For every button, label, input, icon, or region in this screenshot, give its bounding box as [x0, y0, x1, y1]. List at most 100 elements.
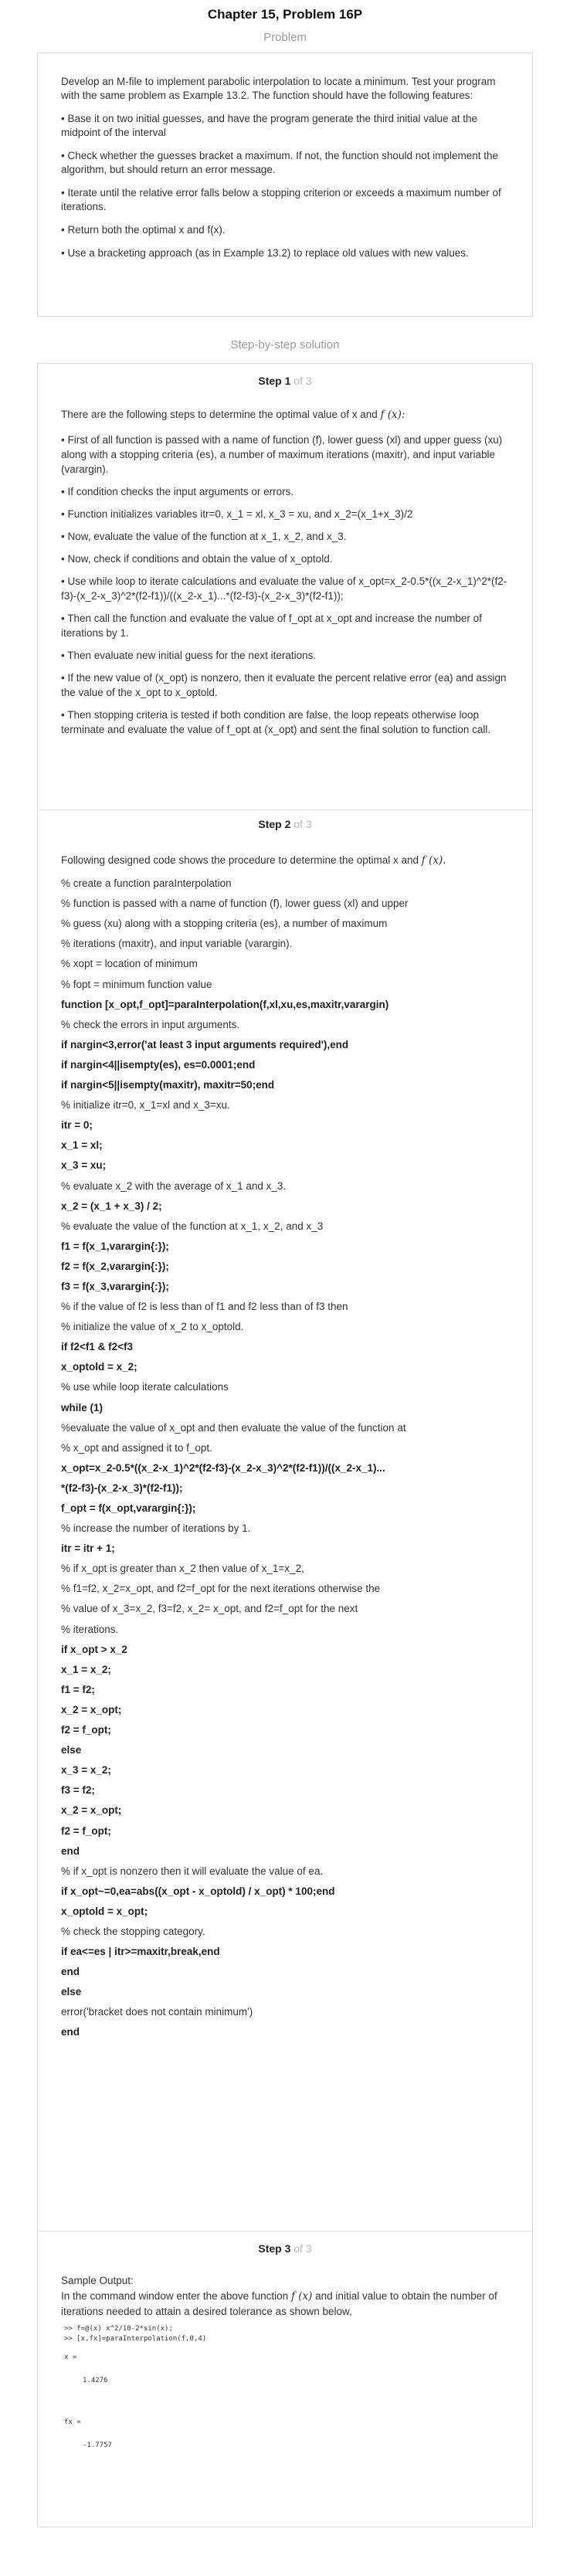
code-line-text: f_opt = f(x_opt,varargin{:});	[61, 1502, 196, 1514]
problem-bullet: • Return both the optimal x and f(x).	[61, 224, 226, 236]
code-line: % if x_opt is nonzero then it will evalu…	[61, 1865, 324, 1877]
code-line: itr = 0;	[61, 1118, 509, 1139]
code-line-text: x_optold = x_opt;	[61, 1905, 148, 1917]
code-line-text: itr = 0;	[61, 1119, 93, 1132]
problem-section-label: Problem	[263, 31, 307, 44]
step-1-bullet: • Then evaluate new initial guess for th…	[61, 650, 317, 661]
output-variable-value: 1.4276	[83, 2377, 108, 2384]
code-line: % value of x_3=x_2, f3=f2, x_2= x_opt, a…	[61, 1603, 358, 1615]
code-line: else	[61, 1985, 509, 2005]
step-1-bullet: • Now, check if conditions and obtain th…	[61, 553, 333, 565]
problem-bullet: • Base it on two initial guesses, and ha…	[61, 113, 478, 138]
code-line: x_3 = x_2;	[61, 1763, 509, 1784]
step-3: Step 3 of 3 Sample Output: In the comman…	[38, 2232, 532, 2527]
code-line-text: f2 = f(x_2,varargin{:});	[61, 1260, 169, 1272]
solution-section-label: Step-by-step solution	[230, 338, 340, 351]
code-line-text: f3 = f(x_3,varargin{:});	[61, 1280, 169, 1292]
output-variable-name: fx =	[64, 2418, 81, 2426]
code-line-text: x_2 = x_opt;	[61, 1804, 122, 1817]
code-line: % evaluate the value of the function at …	[61, 1220, 324, 1232]
problem-bullet: • Iterate until the relative error falls…	[61, 187, 501, 212]
code-line: x_optold = x_2;	[61, 1360, 509, 1380]
code-line: % if the value of f2 is less than of f1 …	[61, 1301, 348, 1313]
problem-paragraph: Develop an M-file to implement parabolic…	[61, 76, 496, 101]
code-line: else	[61, 1743, 509, 1763]
code-line: x_optold = x_opt;	[61, 1905, 509, 1925]
output-variable-name: x =	[64, 2354, 77, 2361]
step-1-intro-math: f (x):	[380, 409, 405, 421]
code-line: % initialize itr=0, x_1=xl and x_3=xu.	[61, 1099, 230, 1112]
code-line-text: f2 = f_opt;	[61, 1724, 111, 1736]
code-line: f_opt = f(x_opt,varargin{:});	[61, 1502, 509, 1522]
step-1-heading: Step 1 of 3	[61, 364, 509, 407]
step-word: Step	[258, 375, 282, 387]
code-line: end	[61, 2025, 509, 2045]
code-line: % check the stopping category.	[61, 1925, 205, 1937]
code-line: if nargin<5||isempty(maxitr), maxitr=50;…	[61, 1078, 509, 1098]
code-line: x_2 = x_opt;	[61, 1804, 509, 1824]
code-line-text: x_3 = xu;	[61, 1159, 107, 1172]
sample-output-label: Sample Output:	[61, 2275, 134, 2286]
code-line: % f1=f2, x_2=x_opt, and f2=f_opt for the…	[61, 1583, 381, 1595]
code-line-text: end	[61, 2026, 80, 2038]
step-1-bullet: • If condition checks the input argument…	[61, 486, 294, 497]
code-line: % fopt = minimum function value	[61, 978, 212, 990]
code-line-text: itr = itr + 1;	[61, 1543, 115, 1555]
code-line: f2 = f_opt;	[61, 1824, 509, 1845]
page-title: Chapter 15, Problem 16P	[207, 7, 363, 22]
step-3-description: In the command window enter the above fu…	[61, 2289, 509, 2320]
code-line: end	[61, 1845, 509, 1865]
code-line-text: if nargin<3,error('at least 3 input argu…	[61, 1038, 349, 1050]
code-line: x_3 = xu;	[61, 1159, 509, 1179]
step-number: 3	[284, 2242, 291, 2255]
step-number: 1	[284, 375, 291, 387]
code-line: % increase the number of iterations by 1…	[61, 1522, 251, 1535]
code-line: % create a function paraInterpolation	[61, 877, 232, 890]
step-1-bullet: • Use while loop to iterate calculations…	[61, 575, 507, 602]
code-line: function [x_opt,f_opt]=paraInterpolation…	[61, 998, 509, 1018]
code-line-text: *(f2-f3)-(x_2-x_3)*(f2-f1));	[61, 1481, 183, 1494]
step-1-bullet: • First of all function is passed with a…	[61, 434, 503, 475]
step-number: 2	[284, 818, 291, 830]
code-line: %evaluate the value of x_opt and then ev…	[61, 1421, 406, 1434]
problem-bullet: • Use a bracketing approach (as in Examp…	[61, 247, 469, 259]
code-line-text: f1 = f(x_1,varargin{:});	[61, 1240, 169, 1252]
code-line: % initialize the value of x_2 to x_optol…	[61, 1321, 244, 1333]
code-line: % if x_opt is greater than x_2 then valu…	[61, 1563, 304, 1575]
code-line-text: else	[61, 1986, 82, 1998]
code-line: x_2 = x_opt;	[61, 1703, 509, 1723]
step-3-heading: Step 3 of 3	[61, 2232, 509, 2273]
code-line: itr = itr + 1;	[61, 1542, 509, 1562]
step-1: Step 1 of 3 There are the following step…	[38, 364, 532, 810]
code-line-text: x_1 = x_2;	[61, 1663, 111, 1675]
command-line: >> f=@(x) x^2/10-2*sin(x);	[64, 2325, 173, 2333]
step-1-intro-text: There are the following steps to determi…	[61, 409, 378, 420]
code-line: x_1 = x_2;	[61, 1663, 509, 1683]
code-line-text: x_opt=x_2-0.5*((x_2-x_1)^2*(f2-f3)-(x_2-…	[61, 1461, 385, 1474]
step-of-total: of 3	[293, 2242, 312, 2255]
code-line-text: if x_opt~=0,ea=abs((x_opt - x_optold) / …	[61, 1885, 335, 1897]
code-line: % check the errors in input arguments.	[61, 1018, 240, 1030]
code-line-text: else	[61, 1744, 82, 1756]
code-line: f1 = f(x_1,varargin{:});	[61, 1240, 509, 1260]
code-line-text: function [x_opt,f_opt]=paraInterpolation…	[61, 998, 389, 1010]
code-line-text: if x_opt > x_2	[61, 1643, 127, 1655]
code-line: f2 = f_opt;	[61, 1723, 509, 1743]
solution-card: Step 1 of 3 There are the following step…	[37, 363, 533, 2527]
code-line: if x_opt~=0,ea=abs((x_opt - x_optold) / …	[61, 1885, 509, 1905]
command-line: >> [x,fx]=paraInterpolation(f,0,4)	[64, 2335, 207, 2343]
step-of-total: of 3	[293, 375, 312, 387]
code-line: % evaluate x_2 with the average of x_1 a…	[61, 1179, 287, 1192]
code-line-text: if ea<=es | itr>=maxitr,break,end	[61, 1946, 220, 1958]
problem-card: Develop an M-file to implement parabolic…	[37, 53, 533, 317]
code-line: % iterations.	[61, 1623, 119, 1635]
code-line: f3 = f2;	[61, 1784, 509, 1804]
code-line-text: end	[61, 1966, 80, 1978]
code-line-text: while (1)	[61, 1401, 103, 1414]
page: Chapter 15, Problem 16P Problem Develop …	[0, 0, 570, 2527]
step-2-intro-math: f (x).	[421, 854, 446, 867]
step-2-intro-text: Following designed code shows the proced…	[61, 854, 419, 866]
code-line: while (1)	[61, 1401, 509, 1421]
code-line-text: x_1 = xl;	[61, 1139, 103, 1152]
code-line: if nargin<3,error('at least 3 input argu…	[61, 1038, 509, 1058]
